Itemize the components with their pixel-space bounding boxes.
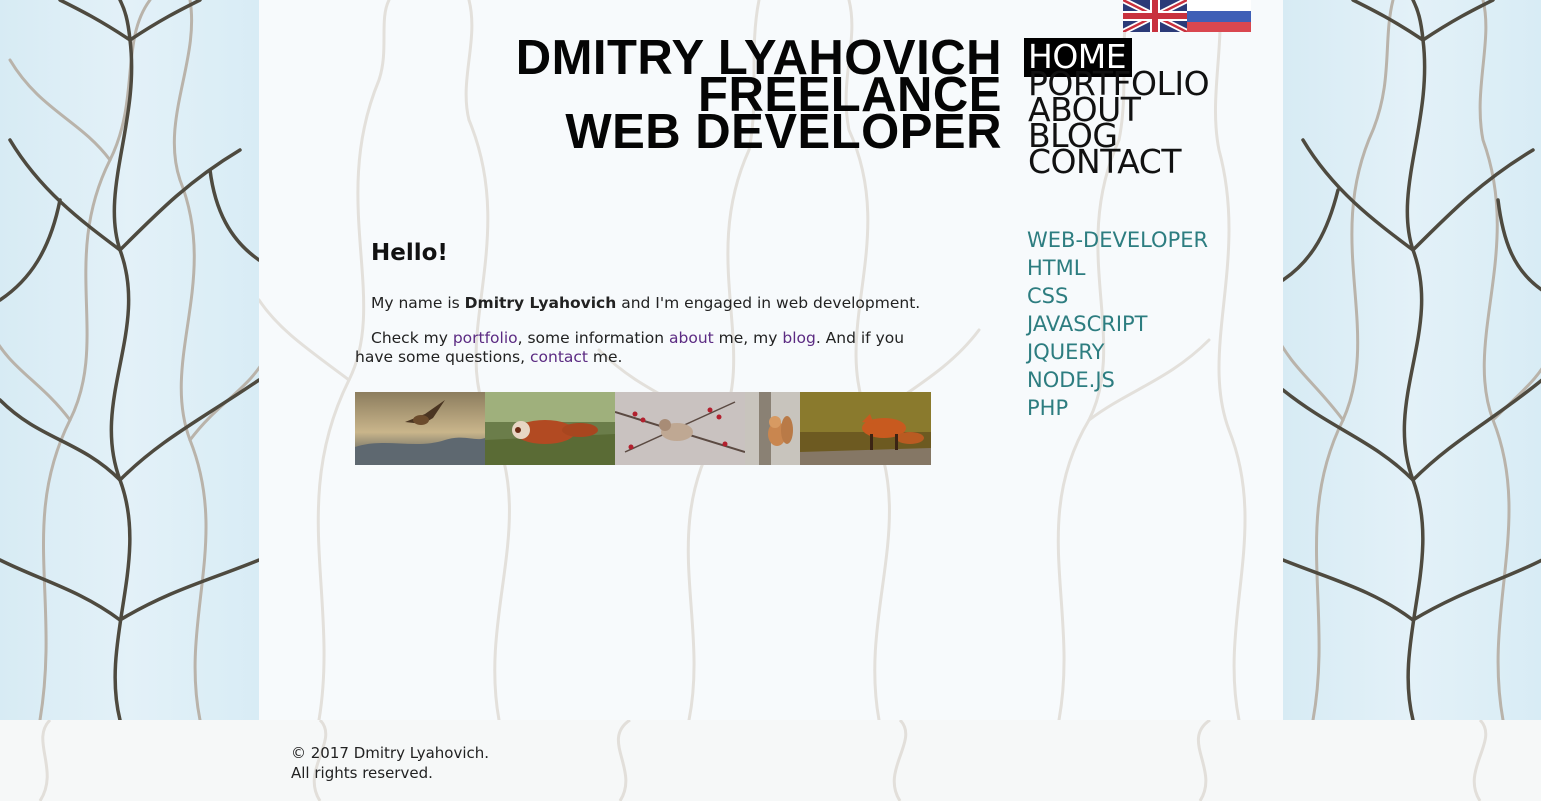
skill-link-javascript[interactable]: JAVASCRIPT [1027, 310, 1208, 338]
paragraph-text: me. [588, 348, 623, 366]
site-title-line: WEB DEVELOPER [565, 105, 1002, 159]
footer [0, 720, 1541, 801]
blog-link[interactable]: blog [782, 329, 815, 347]
paragraph-text: me, my [713, 329, 783, 347]
tree-decoration-icon [0, 0, 259, 720]
red-panda-photo[interactable] [485, 392, 615, 465]
page-heading: Hello! [371, 240, 448, 266]
nav-contact[interactable]: CONTACT [1024, 145, 1209, 178]
paragraph-text: Check my [371, 329, 453, 347]
red-panda-photo-icon [485, 392, 615, 465]
intro-text: and I'm engaged in web development. [616, 294, 921, 312]
skill-link-nodejs[interactable]: NODE.JS [1027, 366, 1208, 394]
footer-copyright: © 2017 Dmitry Lyahovich. All rights rese… [291, 743, 489, 783]
photo-gallery [355, 392, 931, 465]
main-nav: HOME PORTFOLIO ABOUT BLOG CONTACT [1024, 38, 1210, 178]
main-content: Hello! My name is Dmitry Lyahovich and I… [355, 240, 935, 465]
intro-paragraph: My name is Dmitry Lyahovich and I'm enga… [355, 294, 935, 313]
ru-flag-icon[interactable] [1187, 0, 1251, 32]
portfolio-link[interactable]: portfolio [453, 329, 518, 347]
author-name: Dmitry Lyahovich [464, 294, 617, 312]
skill-link-css[interactable]: CSS [1027, 282, 1208, 310]
owl-photo[interactable] [355, 392, 485, 465]
uk-flag-icon[interactable] [1123, 0, 1187, 32]
squirrel-photo-icon [745, 392, 800, 465]
site-title: DMITRY LYAHOVICH FREELANCE WEB DEVELOPER [516, 34, 1002, 159]
tree-decoration-icon [1283, 0, 1541, 720]
left-tree-panel [0, 0, 259, 720]
waxwing-bird-photo[interactable] [615, 392, 745, 465]
contact-link[interactable]: contact [530, 348, 588, 366]
skill-link-php[interactable]: PHP [1027, 394, 1208, 422]
waxwing-bird-photo-icon [615, 392, 745, 465]
skill-link-jquery[interactable]: JQUERY [1027, 338, 1208, 366]
links-paragraph: Check my portfolio, some information abo… [355, 329, 935, 367]
fox-photo-icon [800, 392, 931, 465]
about-link[interactable]: about [669, 329, 714, 347]
branches-texture-icon [38, 720, 1488, 801]
skill-link-web-developer[interactable]: WEB-DEVELOPER [1027, 226, 1208, 254]
fox-photo[interactable] [800, 392, 931, 465]
copyright-text: © 2017 Dmitry Lyahovich. [291, 744, 490, 762]
right-tree-panel [1283, 0, 1541, 720]
intro-text: My name is [371, 294, 465, 312]
paragraph-text: , some information [517, 329, 669, 347]
rights-text: All rights reserved. [291, 764, 433, 782]
squirrel-photo[interactable] [745, 392, 800, 465]
skills-nav: WEB-DEVELOPER HTML CSS JAVASCRIPT JQUERY… [1027, 226, 1208, 422]
owl-photo-icon [355, 392, 485, 465]
skill-link-html[interactable]: HTML [1027, 254, 1208, 282]
